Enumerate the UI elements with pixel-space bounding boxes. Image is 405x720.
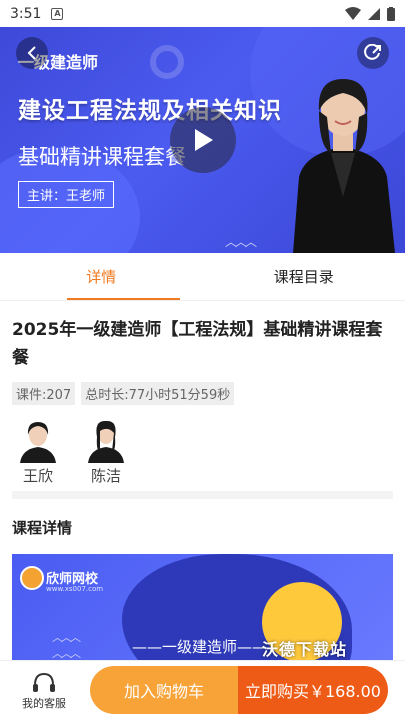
banner-title: 建设工程法规及相关知识 — [18, 98, 282, 124]
back-icon — [27, 46, 36, 60]
decor-waves: ︿︿︿︿︿︿ — [52, 631, 81, 660]
teacher-card[interactable]: 陈洁 — [86, 417, 126, 491]
teacher-card[interactable]: 王欣 — [18, 417, 58, 491]
play-icon — [195, 129, 213, 151]
customer-service-button[interactable]: 我的客服 — [0, 671, 88, 711]
decor-waves: ︿︿︿︿︿︿ — [225, 235, 257, 253]
teacher-list: 王欣 陈洁 — [12, 417, 393, 499]
watermark: 沃德下载站 — [262, 640, 348, 659]
teacher-name: 陈洁 — [90, 467, 121, 485]
banner-teacher: 主讲：王老师 — [18, 181, 115, 208]
tab-bar: 详情 课程目录 — [0, 253, 405, 301]
signal-icon — [368, 7, 380, 20]
school-logo-icon — [20, 566, 44, 590]
school-logo-url: www.xs007.com — [46, 585, 104, 593]
lessons-badge: 课件:207 — [12, 382, 76, 405]
details-section-title: 课程详情 — [12, 519, 73, 537]
avatar — [20, 422, 56, 463]
notification-icon: A — [51, 7, 64, 20]
presenter-image — [293, 79, 395, 253]
headset-icon — [33, 672, 55, 692]
add-to-cart-button[interactable]: 加入购物车 — [90, 666, 238, 714]
course-meta: 课件:207 总时长:77小时51分59秒 — [12, 382, 393, 405]
battery-icon — [387, 6, 395, 21]
decor-ring — [150, 45, 184, 79]
course-video-banner[interactable]: 一级建造师 建设工程法规及相关知识 基础精讲课程套餐 主讲：王老师 ︿︿︿︿︿︿ — [0, 27, 405, 253]
banner-course-name: 基础精讲课程套餐 — [18, 145, 186, 169]
course-content: 2025年一级建造师【工程法规】基础精讲课程套餐 课件:207 总时长:77小时… — [12, 316, 393, 674]
teacher-name: 王欣 — [22, 467, 53, 485]
wifi-icon — [345, 6, 361, 20]
tab-details[interactable]: 详情 — [0, 253, 203, 300]
tab-catalog[interactable]: 课程目录 — [203, 253, 405, 300]
status-bar: 3:51 A — [0, 0, 405, 27]
play-button[interactable] — [170, 107, 236, 173]
avatar — [88, 420, 124, 463]
service-label: 我的客服 — [22, 696, 66, 710]
status-icons — [345, 6, 395, 21]
back-button[interactable] — [16, 37, 48, 69]
buy-now-button[interactable]: 立即购买￥168.00 — [238, 666, 388, 714]
course-title: 2025年一级建造师【工程法规】基础精讲课程套餐 — [12, 320, 383, 368]
bottom-action-bar: 我的客服 加入购物车 立即购买￥168.00 — [0, 660, 405, 720]
share-icon — [364, 44, 381, 60]
status-time: 3:51 — [10, 5, 42, 22]
promo-text: ——一级建造师—— — [132, 638, 268, 656]
duration-badge: 总时长:77小时51分59秒 — [81, 382, 235, 405]
share-button[interactable] — [357, 37, 389, 69]
